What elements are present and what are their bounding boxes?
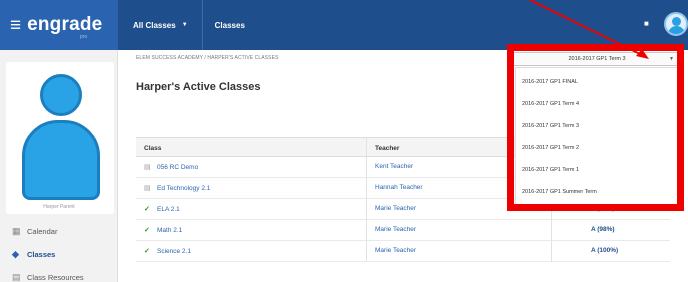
annotation-arrow-line — [529, 0, 643, 56]
annotation-arrow-head — [636, 49, 649, 59]
annotation-arrow — [529, 0, 649, 59]
